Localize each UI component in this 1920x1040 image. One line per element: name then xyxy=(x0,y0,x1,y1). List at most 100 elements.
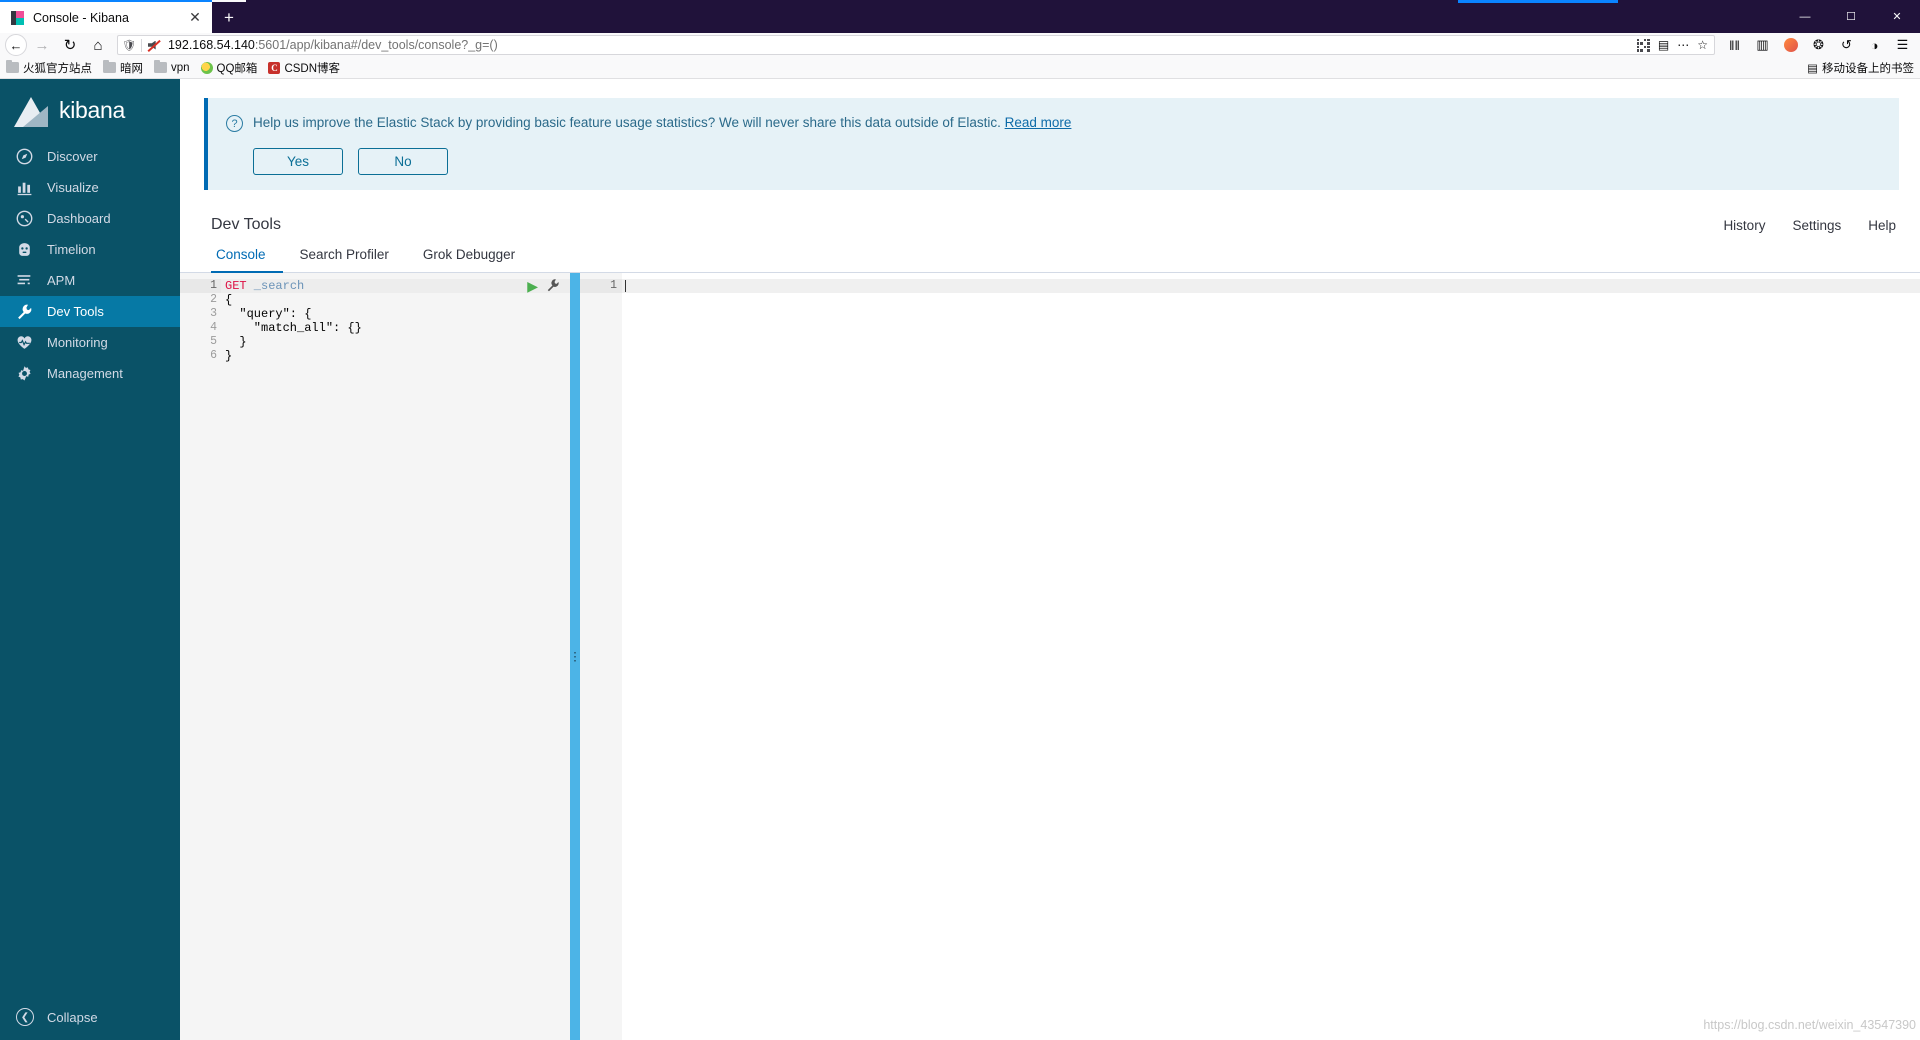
request-path: _search xyxy=(246,279,305,293)
bookmark-label: 火狐官方站点 xyxy=(23,62,92,75)
history-link[interactable]: History xyxy=(1723,218,1765,233)
code-line: "match_all": {} xyxy=(225,321,362,335)
tracking-protection-icon[interactable]: ◑ xyxy=(1861,34,1888,56)
noscript-icon[interactable] xyxy=(147,39,161,52)
kibana-logo-icon xyxy=(14,93,48,127)
telemetry-no-button[interactable]: No xyxy=(358,148,448,175)
mobile-bookmarks-label: 移动设备上的书签 xyxy=(1822,62,1914,75)
library-icon[interactable]: ‖‖ xyxy=(1721,34,1748,56)
forward-button[interactable]: → xyxy=(29,34,55,56)
sidebar-item-label: Visualize xyxy=(47,180,99,195)
telemetry-banner-buttons: Yes No xyxy=(253,148,1881,175)
sidebar-item-apm[interactable]: APM xyxy=(0,265,180,296)
line-number: 6 xyxy=(210,349,217,362)
sidebar-item-monitoring[interactable]: Monitoring xyxy=(0,327,180,358)
kibana-nav: Discover Visualize Dashboard Timelion AP… xyxy=(0,141,180,389)
shield-icon[interactable]: 🛡 xyxy=(122,39,136,52)
container-tabs-icon[interactable]: ❂ xyxy=(1805,34,1832,56)
url-bar-actions: ▤ ⋯ ☆ xyxy=(1636,38,1710,52)
telemetry-banner-row: ? Help us improve the Elastic Stack by p… xyxy=(226,114,1881,132)
navigation-buttons: ← → ↻ ⌂ xyxy=(0,34,111,56)
help-link[interactable]: Help xyxy=(1868,218,1896,233)
heart-pulse-icon xyxy=(16,334,33,351)
tab-search-profiler[interactable]: Search Profiler xyxy=(283,247,406,273)
kibana-app: kibana Discover Visualize Dashboard Time… xyxy=(0,79,1920,1040)
wrench-icon[interactable] xyxy=(546,278,560,295)
kibana-main: ? Help us improve the Elastic Stack by p… xyxy=(180,79,1920,1040)
window-close-button[interactable]: ✕ xyxy=(1874,0,1920,33)
settings-link[interactable]: Settings xyxy=(1792,218,1841,233)
output-gutter: 1 xyxy=(580,273,622,1040)
code-line: } xyxy=(225,335,247,349)
editor-code-wrap[interactable]: GET _search { "query": { "match_all": {}… xyxy=(221,273,570,1040)
reload-button[interactable]: ↻ xyxy=(57,34,83,56)
history-icon[interactable]: ↺ xyxy=(1833,34,1860,56)
telemetry-banner-text: Help us improve the Elastic Stack by pro… xyxy=(253,114,1071,132)
browser-tab-active[interactable]: Console - Kibana ✕ xyxy=(0,0,212,33)
url-divider xyxy=(140,38,142,52)
account-avatar-icon[interactable] xyxy=(1777,34,1804,56)
collapse-label: Collapse xyxy=(47,1009,98,1025)
wrench-icon xyxy=(16,303,33,320)
gear-icon xyxy=(16,365,33,382)
back-button[interactable]: ← xyxy=(5,34,27,56)
window-accent-line xyxy=(1458,0,1618,3)
editor-code[interactable]: GET _search { "query": { "match_all": {}… xyxy=(221,273,570,1040)
gutter-line: 6▴ xyxy=(180,349,228,363)
request-editor[interactable]: 1 2▾ 3▾ 4 5▴ 6▴ GET _search { "query": {… xyxy=(180,273,570,1040)
output-body[interactable] xyxy=(622,273,1920,1040)
minimize-button[interactable]: — xyxy=(1782,0,1828,33)
sidebar-item-dev-tools[interactable]: Dev Tools xyxy=(0,296,180,327)
code-line: { xyxy=(225,293,233,307)
bookmark-item[interactable]: 暗网 xyxy=(103,60,143,76)
csdn-icon: C xyxy=(268,61,281,74)
tab-grok-debugger[interactable]: Grok Debugger xyxy=(406,247,532,273)
line-number: 1 xyxy=(210,279,217,292)
bar-chart-icon xyxy=(16,179,33,196)
tabstrip-empty-area xyxy=(246,0,1920,33)
console-splitter[interactable]: ⋮ xyxy=(569,273,581,1040)
bookmark-item[interactable]: vpn xyxy=(154,60,190,74)
gutter-line: 2▾ xyxy=(180,293,228,307)
url-bar[interactable]: 🛡 192.168.54.140:5601/app/kibana#/dev_to… xyxy=(117,35,1715,55)
tab-console[interactable]: Console xyxy=(211,247,283,273)
bookmark-item[interactable]: 火狐官方站点 xyxy=(6,60,92,76)
response-editor[interactable]: 1 xyxy=(580,273,1920,1040)
mobile-bookmarks-item[interactable]: ▤ 移动设备上的书签 xyxy=(1807,60,1914,76)
code-line: "query": { xyxy=(225,307,312,321)
maximize-button[interactable]: ☐ xyxy=(1828,0,1874,33)
sidebar-item-dashboard[interactable]: Dashboard xyxy=(0,203,180,234)
bookmarks-bar: 火狐官方站点 暗网 vpn QQ邮箱 C CSDN博客 ▤ 移动设备上的书签 xyxy=(0,57,1920,79)
url-text: 192.168.54.140:5601/app/kibana#/dev_tool… xyxy=(168,38,1632,52)
url-bar-icons: 🛡 xyxy=(122,38,163,52)
sidebar-item-label: Monitoring xyxy=(47,335,108,350)
bookmark-item[interactable]: C CSDN博客 xyxy=(268,60,340,76)
sidebar-icon[interactable]: ▥ xyxy=(1749,34,1776,56)
sidebar-collapse-button[interactable]: ❮ Collapse xyxy=(0,1008,180,1026)
line-number: 2 xyxy=(210,293,217,306)
play-icon[interactable]: ▶ xyxy=(527,278,538,295)
sidebar-item-visualize[interactable]: Visualize xyxy=(0,172,180,203)
bookmark-label: 暗网 xyxy=(120,62,143,75)
telemetry-banner: ? Help us improve the Elastic Stack by p… xyxy=(204,98,1899,190)
read-more-link[interactable]: Read more xyxy=(1005,115,1072,130)
app-menu-icon[interactable]: ☰ xyxy=(1889,34,1916,56)
telemetry-message: Help us improve the Elastic Stack by pro… xyxy=(253,115,1001,130)
sidebar-item-management[interactable]: Management xyxy=(0,358,180,389)
qr-icon[interactable] xyxy=(1636,38,1650,52)
bookmark-star-icon[interactable]: ☆ xyxy=(1697,38,1708,52)
home-button[interactable]: ⌂ xyxy=(85,34,111,56)
sidebar-item-timelion[interactable]: Timelion xyxy=(0,234,180,265)
sidebar-item-discover[interactable]: Discover xyxy=(0,141,180,172)
bookmark-item[interactable]: QQ邮箱 xyxy=(200,60,257,76)
close-icon[interactable]: ✕ xyxy=(186,9,204,27)
url-path: :5601/app/kibana#/dev_tools/console?_g=(… xyxy=(254,38,498,52)
telemetry-yes-button[interactable]: Yes xyxy=(253,148,343,175)
reader-mode-icon[interactable]: ▤ xyxy=(1658,38,1669,52)
page-actions-icon[interactable]: ⋯ xyxy=(1677,38,1689,52)
bookmark-label: vpn xyxy=(171,61,190,74)
new-tab-button[interactable]: + xyxy=(212,2,246,33)
kibana-logo[interactable]: kibana xyxy=(0,79,180,141)
kibana-brand-label: kibana xyxy=(59,96,125,123)
code-line: GET _search xyxy=(221,279,570,293)
